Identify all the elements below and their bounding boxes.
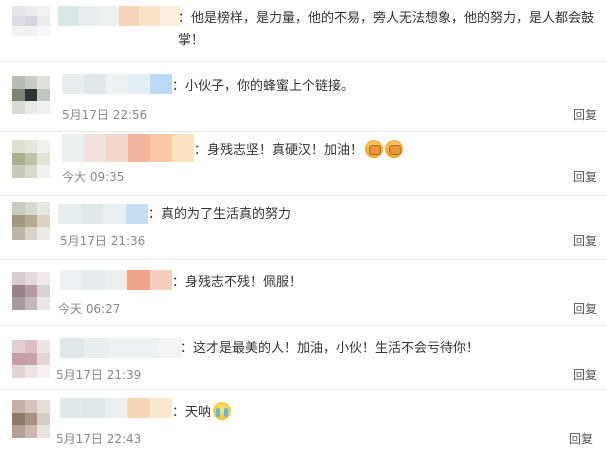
username-blurred[interactable] — [62, 74, 172, 94]
comment-time: 5月17日 22:56 — [62, 108, 148, 122]
reply-button[interactable]: 回复 — [573, 106, 597, 123]
avatar[interactable] — [12, 400, 50, 438]
reply-button[interactable]: 回复 — [573, 300, 597, 317]
crying-emoji-icon — [213, 402, 232, 420]
avatar[interactable] — [12, 272, 50, 310]
reply-button[interactable]: 回复 — [569, 430, 593, 447]
comment-item: ：他是榜样，是力量，他的不易，旁人无法想象，他的努力，是人都会鼓掌！ — [0, 0, 607, 62]
comment-item: ：天呐 5月17日 22:43 回复 — [0, 390, 607, 452]
comment-text: ：真的为了生活真的努力 — [148, 207, 292, 222]
comment-item: ：身残志不残！佩服！ 今天 06:27 回复 — [0, 260, 607, 326]
comment-text: ：他是榜样，是力量，他的不易，旁人无法想象，他的努力，是人都会鼓掌！ — [178, 11, 595, 48]
avatar[interactable] — [12, 6, 50, 36]
comment-time: 5月17日 21:36 — [60, 234, 146, 248]
comment-item: ：真的为了生活真的努力 5月17日 21:36 回复 — [0, 196, 607, 260]
comment-text-content: ：身残志坚！真硬汉！加油！ — [194, 143, 364, 158]
comment-item: ：身残志坚！真硬汉！加油！ 今大 09:35 回复 — [0, 132, 607, 196]
avatar[interactable] — [12, 140, 50, 178]
comment-text: ：这才是最美的人！加油，小伙！生活不会亏待你！ — [180, 341, 480, 356]
comment-time: 5月17日 22:43 — [56, 432, 142, 446]
fist-emoji-icon — [365, 140, 384, 158]
comment-time: 今天 06:27 — [58, 302, 121, 316]
comment-item: ：小伙子，你的蜂蜜上个链接。 5月17日 22:56 回复 — [0, 62, 607, 132]
comment-time: 5月17日 21:39 — [56, 368, 142, 382]
username-blurred[interactable] — [60, 270, 173, 290]
avatar[interactable] — [12, 76, 50, 114]
comment-text: ：身残志坚！真硬汉！加油！ — [194, 140, 404, 162]
comment-item: ：这才是最美的人！加油，小伙！生活不会亏待你！ 5月17日 21:39 回复 — [0, 326, 607, 390]
fist-emoji-icon — [385, 140, 404, 158]
reply-button[interactable]: 回复 — [573, 168, 597, 185]
username-blurred[interactable] — [58, 6, 180, 26]
username-blurred[interactable] — [60, 338, 183, 358]
reply-button[interactable]: 回复 — [573, 232, 597, 249]
comment-text: ：天呐 — [172, 402, 232, 424]
reply-button[interactable]: 回复 — [573, 366, 597, 383]
avatar[interactable] — [12, 340, 50, 378]
username-blurred[interactable] — [62, 134, 194, 162]
avatar[interactable] — [12, 202, 50, 240]
comment-text: ：小伙子，你的蜂蜜上个链接。 — [172, 79, 355, 94]
comment-text: ：身残志不残！佩服！ — [172, 275, 303, 290]
comment-time: 今大 09:35 — [62, 170, 125, 184]
username-blurred[interactable] — [60, 398, 173, 418]
comment-text-content: ：天呐 — [172, 405, 212, 420]
username-blurred[interactable] — [58, 204, 148, 224]
